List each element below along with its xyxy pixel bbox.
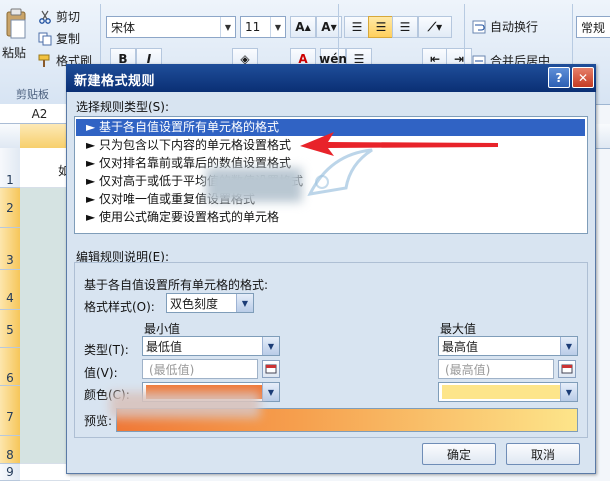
- number-format-combo[interactable]: 常规: [576, 16, 610, 38]
- font-name-value: 宋体: [111, 20, 136, 35]
- selected-range[interactable]: [20, 188, 70, 464]
- max-value-input[interactable]: (最高值): [438, 359, 554, 379]
- row-header-3[interactable]: 3: [0, 228, 20, 270]
- bullet-icon: ►: [86, 192, 100, 206]
- bullet-icon: ►: [86, 138, 100, 152]
- format-painter-icon: [38, 54, 50, 67]
- row-header-6[interactable]: 6: [0, 348, 20, 386]
- grow-font-button[interactable]: A ▲: [290, 16, 316, 38]
- rule-type-item[interactable]: ► 使用公式确定要设置格式的单元格: [76, 209, 585, 226]
- min-type-select[interactable]: 最低值 ▼: [142, 336, 280, 356]
- chevron-down-icon[interactable]: ▼: [220, 17, 235, 37]
- type-label: 类型(T):: [84, 343, 129, 357]
- number-format-value: 常规: [581, 20, 606, 35]
- align-bottom-button[interactable]: ☰: [392, 16, 418, 38]
- row-header-8[interactable]: 8: [0, 436, 20, 464]
- chevron-down-icon[interactable]: ▼: [262, 337, 279, 355]
- font-size-value: 11: [245, 20, 261, 34]
- min-header: 最小值: [144, 322, 181, 336]
- min-type-value: 最低值: [146, 339, 183, 354]
- column-header-a[interactable]: [20, 124, 71, 148]
- paste-button[interactable]: 粘贴: [2, 44, 26, 61]
- paste-icon[interactable]: [2, 8, 30, 44]
- format-all-label: 基于各自值设置所有单元格的格式:: [84, 278, 269, 292]
- rule-type-label: 使用公式确定要设置格式的单元格: [99, 210, 280, 224]
- value-label: 值(V):: [84, 366, 118, 380]
- align-top-button[interactable]: ☰: [344, 16, 370, 38]
- min-value-input[interactable]: (最低值): [142, 359, 258, 379]
- max-type-value: 最高值: [442, 339, 479, 354]
- row-header-2[interactable]: 2: [0, 188, 20, 228]
- scissors-icon: [39, 10, 51, 24]
- font-size-combo[interactable]: 11 ▼: [240, 16, 286, 38]
- format-style-select[interactable]: 双色刻度 ▼: [166, 293, 254, 313]
- format-style-value: 双色刻度: [170, 296, 219, 311]
- bullet-icon: ►: [86, 174, 100, 188]
- rule-type-label: 只为包含以下内容的单元格设置格式: [99, 138, 292, 152]
- bullet-icon: ►: [86, 120, 100, 134]
- cut-button[interactable]: 剪切: [38, 8, 80, 25]
- ok-button[interactable]: 确定: [422, 443, 496, 465]
- collapse-dialog-icon[interactable]: [262, 360, 280, 378]
- chevron-down-icon[interactable]: ▼: [236, 294, 253, 312]
- blurred-region: [206, 168, 302, 202]
- align-middle-button[interactable]: ☰: [368, 16, 394, 38]
- blurred-region: [110, 392, 260, 418]
- copy-button[interactable]: 复制: [38, 30, 80, 47]
- orientation-button[interactable]: ⟋▾: [418, 16, 452, 38]
- max-color-swatch: [442, 385, 560, 399]
- row-header-7[interactable]: 7: [0, 386, 20, 436]
- chevron-down-icon[interactable]: ▼: [560, 383, 577, 401]
- max-color-select[interactable]: ▼: [438, 382, 578, 402]
- bullet-icon: ►: [86, 156, 100, 170]
- row-header-4[interactable]: 4: [0, 270, 20, 310]
- close-button[interactable]: ✕: [572, 67, 594, 88]
- chevron-down-icon[interactable]: ▼: [560, 337, 577, 355]
- help-button[interactable]: ?: [548, 67, 570, 88]
- max-header: 最大值: [440, 322, 477, 336]
- collapse-dialog-icon[interactable]: [558, 360, 576, 378]
- row-header-1[interactable]: 1: [0, 148, 20, 188]
- copy-label: 复制: [56, 32, 81, 46]
- cancel-button[interactable]: 取消: [506, 443, 580, 465]
- wrap-text-button[interactable]: 自动换行: [472, 18, 538, 35]
- preview-label: 预览:: [84, 414, 113, 428]
- row-header-9[interactable]: 9: [0, 464, 20, 481]
- wrap-text-icon: [472, 20, 486, 33]
- clipboard-group-label: 剪贴板: [16, 88, 49, 101]
- max-type-select[interactable]: 最高值 ▼: [438, 336, 578, 356]
- annotation-arrow-icon: [300, 132, 498, 156]
- cut-label: 剪切: [56, 10, 81, 24]
- select-rule-type-label: 选择规则类型(S):: [76, 100, 170, 114]
- row-header-5[interactable]: 5: [0, 310, 20, 348]
- rule-type-label: 基于各自值设置所有单元格的格式: [99, 120, 280, 134]
- chevron-down-icon[interactable]: ▼: [262, 383, 279, 401]
- font-name-combo[interactable]: 宋体 ▼: [106, 16, 236, 38]
- cell-a9[interactable]: [20, 464, 70, 481]
- dialog-title: 新建格式规则: [74, 74, 156, 89]
- wrap-text-label: 自动换行: [490, 20, 539, 34]
- format-style-label: 格式样式(O):: [84, 300, 155, 314]
- cell-a1[interactable]: 如: [20, 148, 70, 188]
- chevron-down-icon[interactable]: ▼: [270, 17, 285, 37]
- copy-icon: [38, 32, 52, 45]
- bullet-icon: ►: [86, 210, 100, 224]
